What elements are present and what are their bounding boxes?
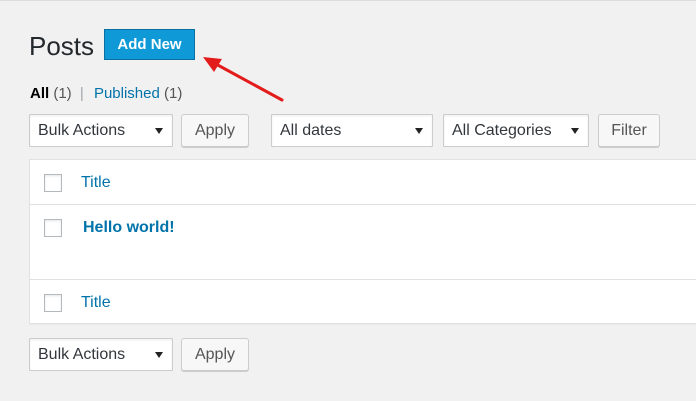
- chevron-down-icon: [155, 352, 163, 358]
- categories-filter-value: All Categories: [452, 122, 552, 139]
- footer-divider: [30, 279, 696, 280]
- apply-button-bottom[interactable]: Apply: [181, 338, 249, 371]
- filter-button[interactable]: Filter: [598, 114, 660, 147]
- filter-separator: |: [79, 85, 84, 102]
- post-status-filter: All (1) | Published (1): [30, 85, 182, 103]
- post-title-link[interactable]: Hello world!: [83, 218, 175, 238]
- chevron-down-icon: [155, 128, 163, 134]
- bulk-actions-select-bottom[interactable]: Bulk Actions: [29, 338, 173, 371]
- bulk-actions-select-top[interactable]: Bulk Actions: [29, 114, 173, 147]
- filter-published-count: (1): [164, 85, 183, 102]
- select-all-checkbox-footer[interactable]: [44, 294, 62, 312]
- posts-table: Title Hello world! Title: [29, 159, 696, 324]
- chevron-down-icon: [571, 128, 579, 134]
- bulk-actions-select-top-value: Bulk Actions: [38, 122, 126, 139]
- select-all-checkbox-header[interactable]: [44, 174, 62, 192]
- header-divider: [30, 204, 696, 205]
- row-checkbox[interactable]: [44, 219, 62, 237]
- filter-published-link[interactable]: Published: [94, 85, 160, 102]
- apply-button-top[interactable]: Apply: [181, 114, 249, 147]
- filter-all-link[interactable]: All: [30, 85, 49, 102]
- categories-filter-select[interactable]: All Categories: [443, 114, 589, 147]
- dates-filter-select[interactable]: All dates: [271, 114, 433, 147]
- chevron-down-icon: [415, 128, 423, 134]
- title-column-header[interactable]: Title: [81, 173, 111, 193]
- bulk-actions-select-bottom-value: Bulk Actions: [38, 346, 126, 363]
- title-column-footer[interactable]: Title: [81, 293, 111, 313]
- filter-all-count: (1): [53, 85, 72, 102]
- dates-filter-value: All dates: [280, 122, 342, 139]
